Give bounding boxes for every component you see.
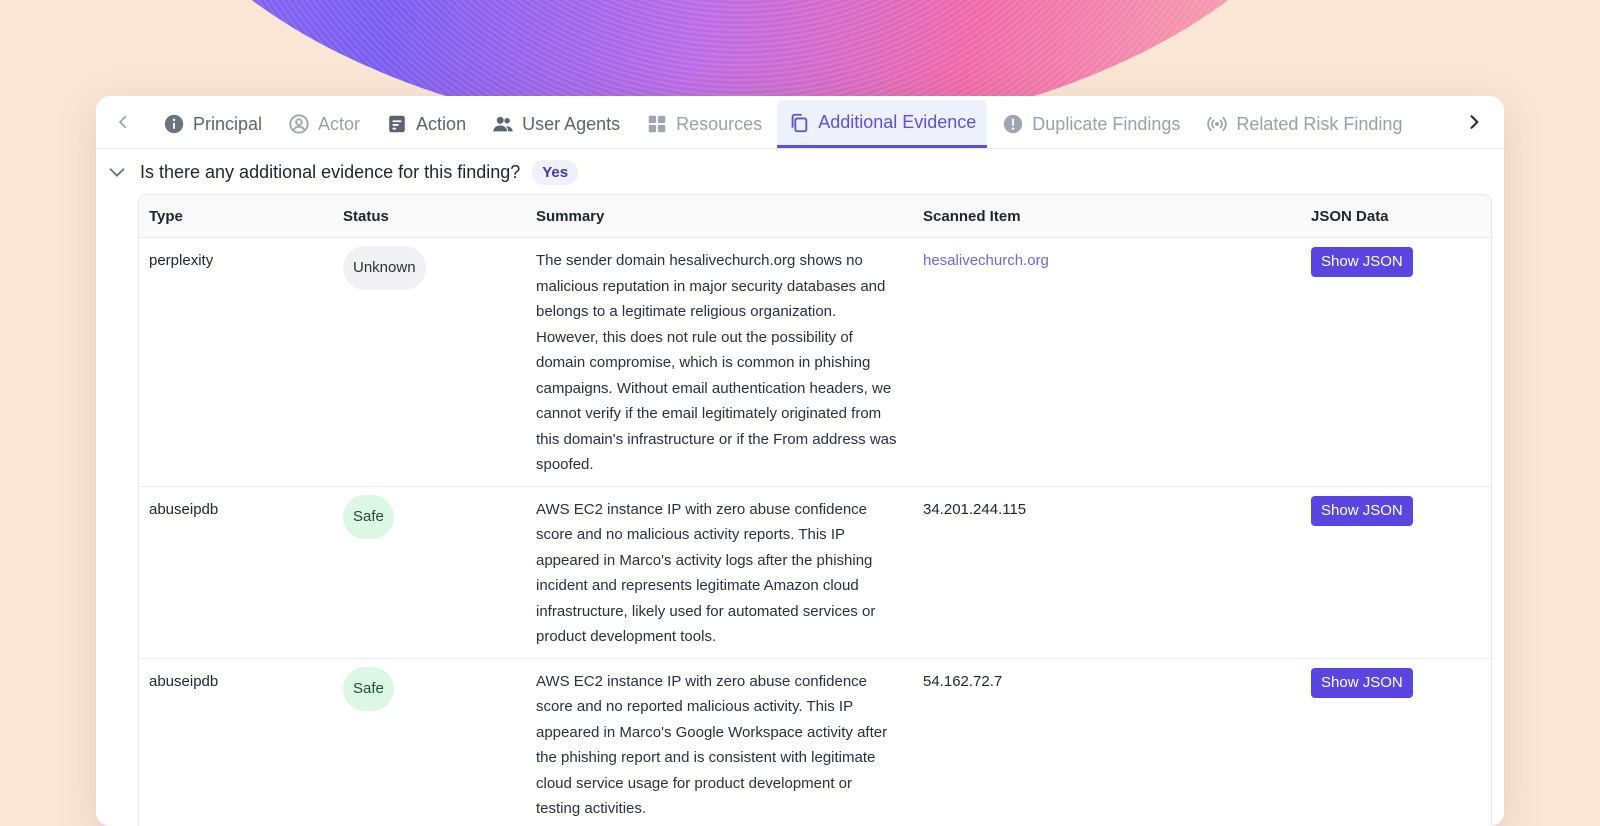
tab-label: User Agents xyxy=(522,113,621,134)
table-row: abuseipdb Safe AWS EC2 instance IP with … xyxy=(139,486,1491,659)
column-header-type[interactable]: Type xyxy=(139,195,333,238)
tab-user-agents[interactable]: User Agents xyxy=(481,100,631,148)
tabs-scroll-right-button[interactable] xyxy=(1444,96,1504,148)
alert-icon xyxy=(1004,114,1023,134)
scanned-item-cell: 54.162.72.7 xyxy=(913,658,1301,826)
status-badge: Unknown xyxy=(343,246,426,290)
table-row: perplexity Unknown The sender domain hes… xyxy=(139,237,1491,487)
summary-cell: AWS EC2 instance IP with zero abuse conf… xyxy=(526,486,913,659)
scanned-item-cell: 34.201.244.115 xyxy=(913,486,1301,659)
tab-related-risk-finding[interactable]: Related Risk Finding xyxy=(1195,100,1413,148)
question-text: Is there any additional evidence for thi… xyxy=(140,161,521,182)
user-circle-icon xyxy=(289,114,309,134)
tab-label: Resources xyxy=(676,113,763,134)
chevron-right-icon xyxy=(1470,115,1479,129)
status-badge: Safe xyxy=(343,494,394,539)
tab-principal[interactable]: Principal xyxy=(152,100,273,148)
tab-actor[interactable]: Actor xyxy=(277,100,371,148)
evidence-panel: Principal Actor Action User Agents Resou… xyxy=(96,96,1504,826)
column-header-scanned-item[interactable]: Scanned Item xyxy=(913,195,1301,238)
copy-icon xyxy=(791,113,808,132)
summary-cell: The sender domain hesalivechurch.org sho… xyxy=(526,237,913,487)
tabs-scroll-left-button[interactable] xyxy=(96,96,150,148)
chevron-down-icon[interactable] xyxy=(106,161,128,183)
status-cell: Safe xyxy=(333,658,526,826)
scanned-item-cell: hesalivechurch.org xyxy=(913,237,1301,487)
tab-label: Duplicate Findings xyxy=(1032,113,1181,134)
tab-additional-evidence[interactable]: Additional Evidence xyxy=(777,100,988,148)
tab-resources[interactable]: Resources xyxy=(635,100,773,148)
summary-cell: AWS EC2 instance IP with zero abuse conf… xyxy=(526,658,913,826)
tab-label: Actor xyxy=(318,113,361,134)
tab-label: Principal xyxy=(193,113,263,134)
evidence-table: Type Status Summary Scanned Item JSON Da… xyxy=(138,194,1492,826)
chevron-left-icon xyxy=(119,115,127,129)
tab-label: Additional Evidence xyxy=(818,112,977,132)
tab-duplicate-findings[interactable]: Duplicate Findings xyxy=(991,100,1191,148)
json-cell: Show JSON xyxy=(1301,486,1491,659)
info-icon xyxy=(164,114,184,134)
status-cell: Safe xyxy=(333,486,526,659)
json-cell: Show JSON xyxy=(1301,237,1491,487)
evidence-question-row[interactable]: Is there any additional evidence for thi… xyxy=(96,149,1504,195)
tab-label: Action xyxy=(416,113,467,134)
table-header-row: Type Status Summary Scanned Item JSON Da… xyxy=(139,195,1491,238)
type-cell: abuseipdb xyxy=(139,486,333,659)
tab-bar: Principal Actor Action User Agents Resou… xyxy=(96,96,1504,149)
type-cell: perplexity xyxy=(139,237,333,487)
column-header-json-data[interactable]: JSON Data xyxy=(1301,195,1491,238)
table-row: abuseipdb Safe AWS EC2 instance IP with … xyxy=(139,658,1491,826)
show-json-button[interactable]: Show JSON xyxy=(1311,667,1413,698)
show-json-button[interactable]: Show JSON xyxy=(1311,247,1413,277)
scanned-item-link[interactable]: hesalivechurch.org xyxy=(923,252,1049,269)
status-cell: Unknown xyxy=(333,237,526,487)
column-header-summary[interactable]: Summary xyxy=(526,195,913,238)
grid-icon xyxy=(648,115,666,133)
tab-label: Related Risk Finding xyxy=(1236,113,1403,134)
broadcast-icon xyxy=(1207,116,1228,132)
json-cell: Show JSON xyxy=(1301,658,1491,826)
tab-action[interactable]: Action xyxy=(375,100,477,148)
column-header-status[interactable]: Status xyxy=(333,195,526,238)
document-icon xyxy=(389,115,405,133)
users-icon xyxy=(493,116,513,132)
status-badge: Safe xyxy=(343,666,394,711)
answer-badge: Yes xyxy=(532,159,579,185)
show-json-button[interactable]: Show JSON xyxy=(1311,495,1413,526)
type-cell: abuseipdb xyxy=(139,658,333,826)
